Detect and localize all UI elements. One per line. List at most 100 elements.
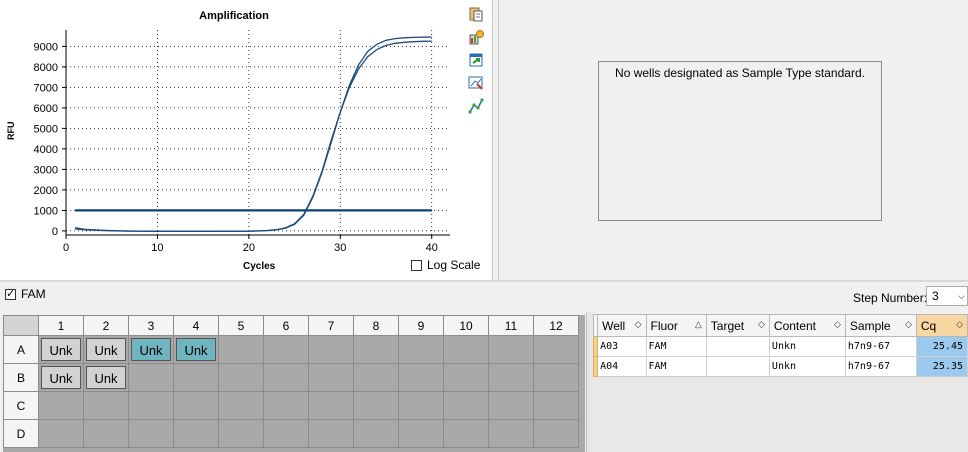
vertical-splitter[interactable] bbox=[586, 312, 593, 452]
plate-well[interactable] bbox=[173, 363, 219, 392]
table-cell[interactable] bbox=[705, 356, 770, 377]
table-row[interactable]: A03 FAM Unkn h7n9-67 25.45 bbox=[593, 336, 968, 357]
plate-well[interactable] bbox=[128, 363, 174, 392]
graph-settings-icon[interactable] bbox=[468, 98, 484, 114]
zoom-icon[interactable] bbox=[468, 75, 484, 91]
plate-well[interactable] bbox=[533, 363, 579, 392]
plate-well[interactable] bbox=[128, 391, 174, 420]
plate-column-header[interactable]: 1 bbox=[38, 315, 84, 336]
panel-splitter[interactable] bbox=[0, 280, 968, 282]
results-column-header[interactable]: Target ◇ bbox=[705, 314, 770, 337]
plate-column-header[interactable]: 2 bbox=[83, 315, 129, 336]
plate-well[interactable] bbox=[218, 363, 264, 392]
plate-column-header[interactable]: 9 bbox=[398, 315, 444, 336]
table-cell[interactable]: 25.45 bbox=[915, 336, 968, 357]
plate-row-header[interactable]: C bbox=[3, 391, 39, 420]
plate-well[interactable] bbox=[353, 363, 399, 392]
plate-well[interactable]: Unk bbox=[38, 363, 84, 392]
table-cell[interactable]: 25.35 bbox=[915, 356, 968, 377]
table-cell[interactable]: Unkn bbox=[768, 356, 846, 377]
plate-well[interactable] bbox=[533, 335, 579, 364]
plate-well[interactable] bbox=[38, 419, 84, 448]
table-cell[interactable] bbox=[705, 336, 770, 357]
plate-well[interactable]: Unk bbox=[83, 335, 129, 364]
results-column-header[interactable]: Sample ◇ bbox=[844, 314, 917, 337]
refresh-icon[interactable] bbox=[468, 52, 484, 68]
plate-column-header[interactable]: 8 bbox=[353, 315, 399, 336]
results-column-header[interactable]: Content ◇ bbox=[768, 314, 846, 337]
plate-well[interactable] bbox=[83, 419, 129, 448]
sort-icon[interactable]: ◇ bbox=[635, 319, 642, 330]
table-cell[interactable]: Unkn bbox=[768, 336, 846, 357]
plate-well[interactable] bbox=[173, 391, 219, 420]
plate-well[interactable] bbox=[83, 391, 129, 420]
plate-well[interactable] bbox=[443, 419, 489, 448]
table-cell[interactable]: h7n9-67 bbox=[844, 336, 917, 357]
plate-well[interactable] bbox=[353, 335, 399, 364]
step-number-select[interactable]: 3 ⌵ bbox=[926, 286, 968, 306]
table-cell[interactable]: A04 bbox=[597, 356, 647, 377]
table-cell[interactable]: FAM bbox=[645, 336, 707, 357]
sort-icon[interactable]: ◇ bbox=[956, 319, 963, 330]
results-column-header[interactable]: Fluor △ bbox=[645, 314, 707, 337]
sort-icon[interactable]: ◇ bbox=[905, 319, 912, 330]
plate-well[interactable]: Unk bbox=[38, 335, 84, 364]
plate-well[interactable] bbox=[488, 335, 534, 364]
fam-checkbox[interactable] bbox=[5, 287, 16, 300]
plate-row-header[interactable]: D bbox=[3, 419, 39, 448]
plate-row-header[interactable]: A bbox=[3, 335, 39, 364]
plate-well[interactable] bbox=[443, 335, 489, 364]
plate-well[interactable] bbox=[488, 419, 534, 448]
fluor-filter[interactable]: FAM bbox=[5, 287, 46, 301]
plate-well[interactable] bbox=[263, 391, 309, 420]
plate-column-header[interactable]: 12 bbox=[533, 315, 579, 336]
plate-column-header[interactable]: 3 bbox=[128, 315, 174, 336]
sort-icon[interactable]: △ bbox=[695, 319, 702, 330]
export-icon[interactable] bbox=[468, 29, 484, 45]
log-scale-checkbox[interactable] bbox=[411, 259, 422, 271]
table-cell[interactable]: A03 bbox=[597, 336, 647, 357]
plate-well[interactable] bbox=[443, 391, 489, 420]
plate-well[interactable]: Unk bbox=[128, 335, 174, 364]
plate-well[interactable] bbox=[263, 335, 309, 364]
plate-well[interactable]: Unk bbox=[83, 363, 129, 392]
plate-well[interactable] bbox=[263, 419, 309, 448]
sort-icon[interactable]: ◇ bbox=[834, 319, 841, 330]
plate-well[interactable] bbox=[308, 391, 354, 420]
plate-column-header[interactable]: 10 bbox=[443, 315, 489, 336]
plate-well[interactable] bbox=[488, 363, 534, 392]
plate-column-header[interactable]: 7 bbox=[308, 315, 354, 336]
plate-column-header[interactable]: 11 bbox=[488, 315, 534, 336]
plate-corner[interactable] bbox=[3, 315, 39, 336]
plate-well[interactable] bbox=[398, 391, 444, 420]
plate-well[interactable] bbox=[218, 419, 264, 448]
plate-well[interactable] bbox=[398, 363, 444, 392]
plate-column-header[interactable]: 5 bbox=[218, 315, 264, 336]
plate-well[interactable] bbox=[218, 335, 264, 364]
plate-column-header[interactable]: 4 bbox=[173, 315, 219, 336]
table-row[interactable]: A04 FAM Unkn h7n9-67 25.35 bbox=[593, 356, 968, 377]
plate-well[interactable] bbox=[353, 391, 399, 420]
sort-icon[interactable]: ◇ bbox=[758, 319, 765, 330]
plate-well[interactable] bbox=[218, 391, 264, 420]
plate-row-header[interactable]: B bbox=[3, 363, 39, 392]
results-column-header[interactable]: Cq ◇ bbox=[915, 314, 968, 337]
plate-well[interactable] bbox=[173, 419, 219, 448]
plate-well[interactable] bbox=[308, 363, 354, 392]
results-column-header[interactable]: Well ◇ bbox=[597, 314, 647, 337]
plate-well[interactable] bbox=[353, 419, 399, 448]
plate-well[interactable] bbox=[533, 391, 579, 420]
table-cell[interactable]: FAM bbox=[645, 356, 707, 377]
plate-well[interactable] bbox=[38, 391, 84, 420]
plate-well[interactable]: Unk bbox=[173, 335, 219, 364]
plate-column-header[interactable]: 6 bbox=[263, 315, 309, 336]
plate-well[interactable] bbox=[308, 335, 354, 364]
plate-well[interactable] bbox=[533, 419, 579, 448]
plate-well[interactable] bbox=[128, 419, 174, 448]
plate-well[interactable] bbox=[398, 419, 444, 448]
plate-well[interactable] bbox=[398, 335, 444, 364]
plate-well[interactable] bbox=[263, 363, 309, 392]
table-cell[interactable]: h7n9-67 bbox=[844, 356, 917, 377]
log-scale-toggle[interactable]: Log Scale bbox=[411, 258, 480, 272]
copy-icon[interactable] bbox=[468, 6, 484, 22]
